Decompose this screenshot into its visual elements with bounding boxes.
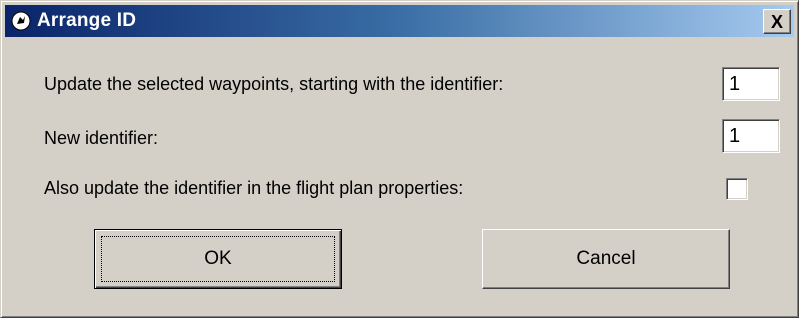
arrange-id-dialog: Arrange ID X Update the selected waypoin…	[0, 0, 799, 318]
focus-rectangle	[101, 236, 335, 282]
cancel-button-label: Cancel	[576, 248, 636, 269]
close-icon: X	[770, 11, 783, 32]
window-title: Arrange ID	[37, 10, 137, 31]
update-flight-plan-checkbox[interactable]	[726, 178, 748, 200]
update-flight-plan-label: Also update the identifier in the flight…	[44, 178, 464, 198]
title-bar[interactable]: Arrange ID X	[5, 5, 794, 37]
start-identifier-label: Update the selected waypoints, starting …	[44, 74, 504, 94]
app-logo-icon	[11, 11, 31, 31]
new-identifier-label: New identifier:	[44, 128, 159, 148]
new-identifier-input[interactable]	[722, 119, 780, 153]
cancel-button[interactable]: Cancel	[482, 229, 730, 289]
ok-button[interactable]: OK	[94, 229, 342, 289]
start-identifier-input[interactable]	[722, 67, 780, 101]
close-button[interactable]: X	[763, 9, 791, 34]
